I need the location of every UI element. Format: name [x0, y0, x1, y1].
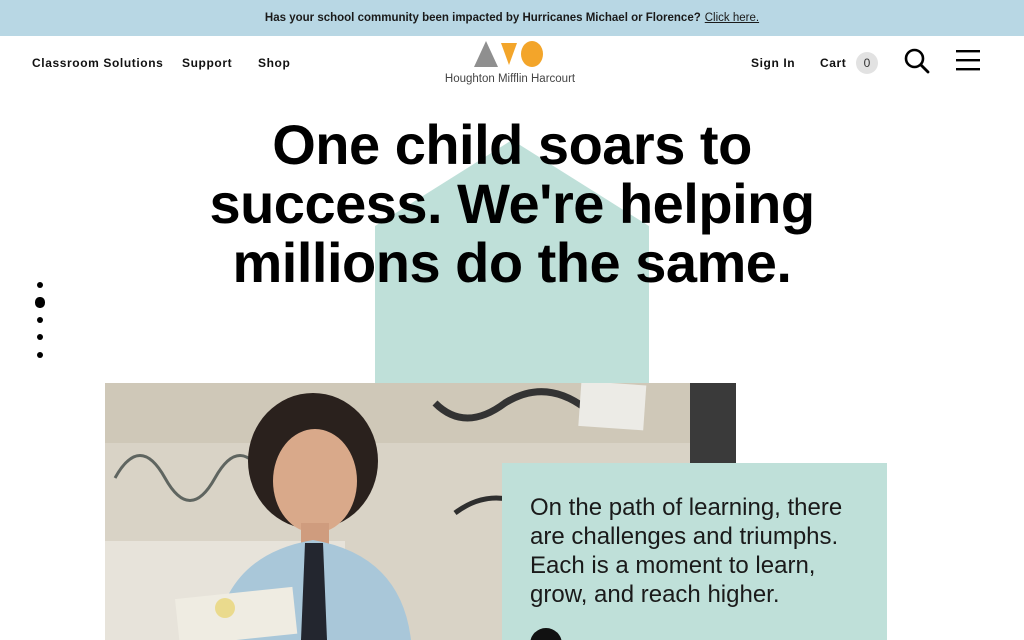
slide-dot-5[interactable] [37, 352, 43, 358]
nav-classroom-solutions[interactable]: Classroom Solutions [32, 56, 163, 70]
nav-support[interactable]: Support [182, 56, 232, 70]
headline-line-1: One child soars to [272, 113, 752, 176]
headline-line-3: millions do the same. [232, 231, 792, 294]
banner-link[interactable]: Click here. [705, 12, 759, 24]
cart-link[interactable]: Cart [820, 56, 846, 70]
slide-dot-3[interactable] [37, 317, 43, 323]
card-line-2: are challenges and triumphs. [530, 523, 839, 550]
logo-text: Houghton Mifflin Harcourt [444, 73, 576, 85]
hamburger-menu-icon[interactable] [956, 49, 980, 71]
card-line-3: Each is a moment to learn, [530, 552, 816, 579]
hero-headline: One child soars to success. We're helpin… [200, 115, 824, 292]
top-navigation: Classroom Solutions Support Shop Houghto… [0, 36, 1024, 96]
search-icon[interactable] [904, 48, 930, 74]
cart-count-badge: 0 [856, 52, 878, 74]
story-card-text: On the path of learning, there are chall… [530, 493, 870, 609]
hmh-logo[interactable]: Houghton Mifflin Harcourt [440, 39, 580, 91]
nav-shop[interactable]: Shop [258, 56, 290, 70]
headline-line-2: success. We're helping [209, 172, 815, 235]
banner-text: Has your school community been impacted … [264, 12, 701, 24]
play-video-button[interactable] [530, 628, 562, 640]
slide-dot-1[interactable] [37, 282, 43, 288]
card-line-1: On the path of learning, there [530, 494, 843, 521]
announcement-banner: Has your school community been impacted … [0, 0, 1024, 36]
slide-dot-4[interactable] [37, 334, 43, 340]
sign-in-link[interactable]: Sign In [751, 56, 795, 70]
card-line-4: grow, and reach higher. [530, 581, 780, 608]
story-card: On the path of learning, there are chall… [502, 463, 887, 640]
slide-dot-2-active[interactable] [35, 297, 45, 308]
logo-marks-icon [474, 41, 543, 67]
slide-pagination [30, 278, 50, 368]
